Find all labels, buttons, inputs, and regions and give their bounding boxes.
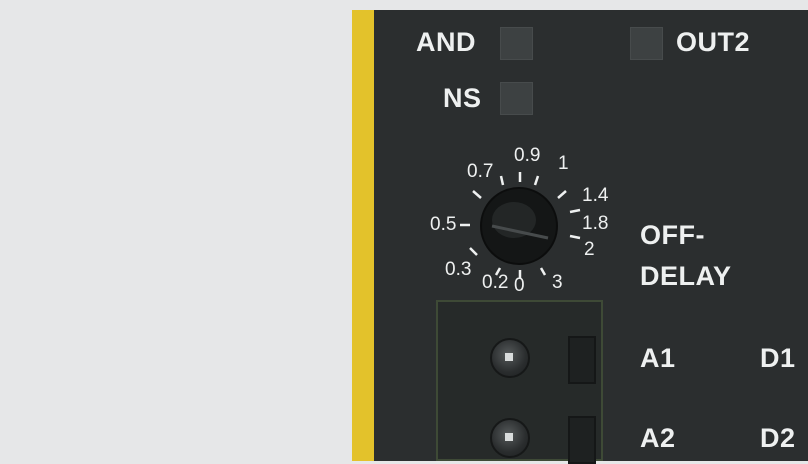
terminal-label-d1: D1 [760, 343, 796, 373]
dial-label: 0 [514, 275, 525, 296]
background-area [0, 0, 352, 461]
out2-indicator-led [630, 27, 663, 60]
mode-label-line2: DELAY [640, 261, 732, 291]
dial-label: 0.5 [430, 214, 457, 235]
dial-label: 2 [584, 239, 595, 260]
dial-label: 0.3 [445, 259, 472, 280]
ns-label: NS [443, 83, 482, 113]
ns-indicator-led [500, 82, 533, 115]
terminal-clip [568, 336, 596, 384]
dial-label: 1.4 [582, 185, 609, 206]
mode-label-line1: OFF- [640, 220, 705, 250]
terminal-label-a2: A2 [640, 423, 676, 453]
yellow-accent-stripe [352, 10, 374, 461]
dial-label: 1 [558, 153, 569, 174]
out2-label: OUT2 [676, 27, 751, 57]
terminal-clip [568, 416, 596, 464]
time-dial[interactable]: 0.7 0.9 1 1.4 0.5 1.8 2 0.3 0.2 0 3 [430, 140, 620, 300]
and-label: AND [416, 27, 476, 57]
dial-label: 0.7 [467, 161, 494, 182]
dial-label: 1.8 [582, 213, 609, 234]
dial-label: 0.9 [514, 145, 541, 166]
and-indicator-led [500, 27, 533, 60]
terminal-label-a1: A1 [640, 343, 676, 373]
terminal-screw-a2[interactable] [490, 418, 530, 458]
dial-label: 3 [552, 272, 563, 293]
terminal-label-d2: D2 [760, 423, 796, 453]
terminal-screw-a1[interactable] [490, 338, 530, 378]
dial-label: 0.2 [482, 272, 509, 293]
